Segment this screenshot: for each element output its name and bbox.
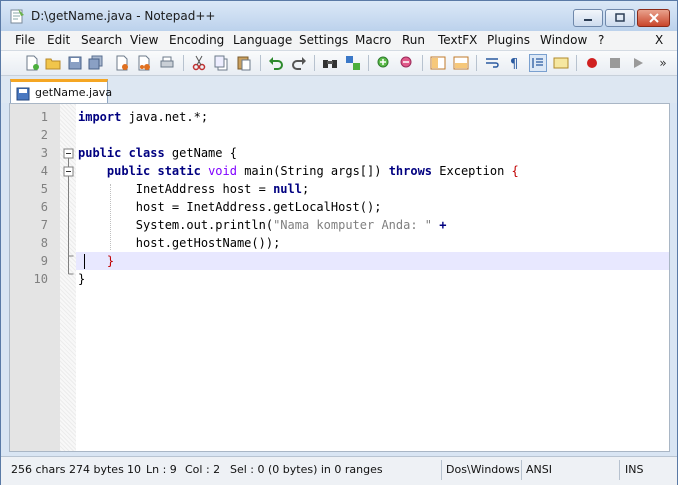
close-icon[interactable] (113, 54, 131, 72)
maximize-icon (615, 13, 625, 22)
replace-icon[interactable] (344, 54, 362, 72)
tab-getname-java[interactable]: getName.java (10, 79, 112, 103)
menu-macro[interactable]: Macro (355, 33, 391, 47)
menu-settings[interactable]: Settings (299, 33, 348, 47)
close-window-icon (648, 13, 659, 23)
code-line-7: System.out.println("Nama komputer Anda: … (78, 218, 447, 232)
tab-bar: getName.java (1, 76, 677, 103)
menu-file[interactable]: File (15, 33, 35, 47)
code-line-10: } (78, 272, 86, 286)
status-bytes: 274 bytes (69, 463, 124, 476)
menu-plugins[interactable]: Plugins (487, 33, 530, 47)
status-separator (441, 460, 442, 480)
toolbar: ¶ » (1, 51, 677, 76)
paste-icon[interactable] (235, 54, 253, 72)
line-number: 3 (40, 146, 48, 160)
close-all-icon[interactable] (135, 54, 153, 72)
sync-v-icon[interactable] (429, 54, 447, 72)
line-number: 4 (40, 164, 48, 178)
status-separator (521, 460, 522, 480)
svg-text:¶: ¶ (510, 57, 518, 71)
status-chars: 256 chars (11, 463, 66, 476)
current-line-highlight (76, 252, 669, 270)
redo-icon[interactable] (290, 54, 308, 72)
toolbar-separator (476, 55, 477, 71)
line-number: 9 (40, 254, 48, 268)
menu-encoding[interactable]: Encoding (169, 33, 224, 47)
line-number: 10 (33, 272, 48, 286)
menu-language[interactable]: Language (233, 33, 292, 47)
zoom-in-icon[interactable] (375, 54, 393, 72)
toolbar-separator (260, 55, 261, 71)
notepadpp-window: D:\getName.java - Notepad++ File Edit Se… (0, 0, 678, 485)
menu-window[interactable]: Window (540, 33, 587, 47)
status-eol: Dos\Windows (446, 463, 520, 476)
stop-record-icon[interactable] (606, 54, 624, 72)
open-file-icon[interactable] (44, 54, 62, 72)
code-line-6: host = InetAddress.getLocalHost(); (78, 200, 382, 214)
save-all-icon[interactable] (87, 54, 105, 72)
fold-markers[interactable] (63, 148, 75, 288)
save-icon[interactable] (66, 54, 84, 72)
status-selection: Sel : 0 (0 bytes) in 0 ranges (230, 463, 383, 476)
status-bar: 256 chars 274 bytes 10 Ln : 9 Col : 2 Se… (1, 456, 677, 485)
notepadpp-app-icon (9, 8, 25, 24)
toolbar-overflow-button[interactable]: » (654, 54, 672, 72)
code-line-4: public static void main(String args[]) t… (106, 164, 519, 178)
toolbar-separator (314, 55, 315, 71)
sync-h-icon[interactable] (452, 54, 470, 72)
zoom-out-icon[interactable] (398, 54, 416, 72)
play-macro-icon[interactable] (629, 54, 647, 72)
line-number: 2 (40, 128, 48, 142)
toolbar-separator (183, 55, 184, 71)
copy-icon[interactable] (212, 54, 230, 72)
line-number: 1 (40, 110, 48, 124)
find-icon[interactable] (321, 54, 339, 72)
tab-label: getName.java (35, 86, 113, 99)
print-icon[interactable] (158, 54, 176, 72)
window-title: D:\getName.java - Notepad++ (31, 9, 216, 23)
line-number: 8 (40, 236, 48, 250)
close-window-button[interactable] (637, 9, 670, 27)
new-file-icon[interactable] (23, 54, 41, 72)
show-all-chars-icon[interactable]: ¶ (506, 54, 524, 72)
line-number: 5 (40, 182, 48, 196)
line-number: 6 (40, 200, 48, 214)
status-separator (619, 460, 620, 480)
menu-textfx[interactable]: TextFX (438, 33, 477, 47)
status-line: Ln : 9 (146, 463, 177, 476)
code-line-3: public class getName { (78, 146, 237, 160)
minimize-icon (584, 19, 592, 21)
close-document-button[interactable]: X (655, 33, 663, 47)
text-cursor (84, 254, 85, 269)
toolbar-separator (576, 55, 577, 71)
menu-search[interactable]: Search (81, 33, 122, 47)
line-number: 7 (40, 218, 48, 232)
cut-icon[interactable] (190, 54, 208, 72)
record-macro-icon[interactable] (583, 54, 601, 72)
toolbar-separator (422, 55, 423, 71)
code-editor[interactable]: 1 2 3 4 5 6 7 8 9 10 import java.net.*; … (9, 103, 670, 452)
title-bar[interactable]: D:\getName.java - Notepad++ (1, 1, 677, 31)
toolbar-separator (368, 55, 369, 71)
menu-help[interactable]: ? (598, 33, 604, 47)
menu-view[interactable]: View (130, 33, 158, 47)
user-lang-icon[interactable] (552, 54, 570, 72)
minimize-button[interactable] (573, 9, 603, 27)
status-lines: 10 (127, 463, 141, 476)
code-line-5: InetAddress host = null; (78, 182, 310, 196)
undo-icon[interactable] (267, 54, 285, 72)
menu-run[interactable]: Run (402, 33, 425, 47)
maximize-button[interactable] (605, 9, 635, 27)
code-line-8: host.getHostName()); (78, 236, 281, 250)
status-insert-mode: INS (625, 463, 644, 476)
indent-guide-icon[interactable] (529, 54, 547, 72)
status-encoding: ANSI (526, 463, 552, 476)
menu-bar: File Edit Search View Encoding Language … (1, 31, 677, 51)
word-wrap-icon[interactable] (483, 54, 501, 72)
status-col: Col : 2 (185, 463, 221, 476)
code-line-1: import java.net.*; (78, 110, 209, 124)
menu-edit[interactable]: Edit (47, 33, 70, 47)
